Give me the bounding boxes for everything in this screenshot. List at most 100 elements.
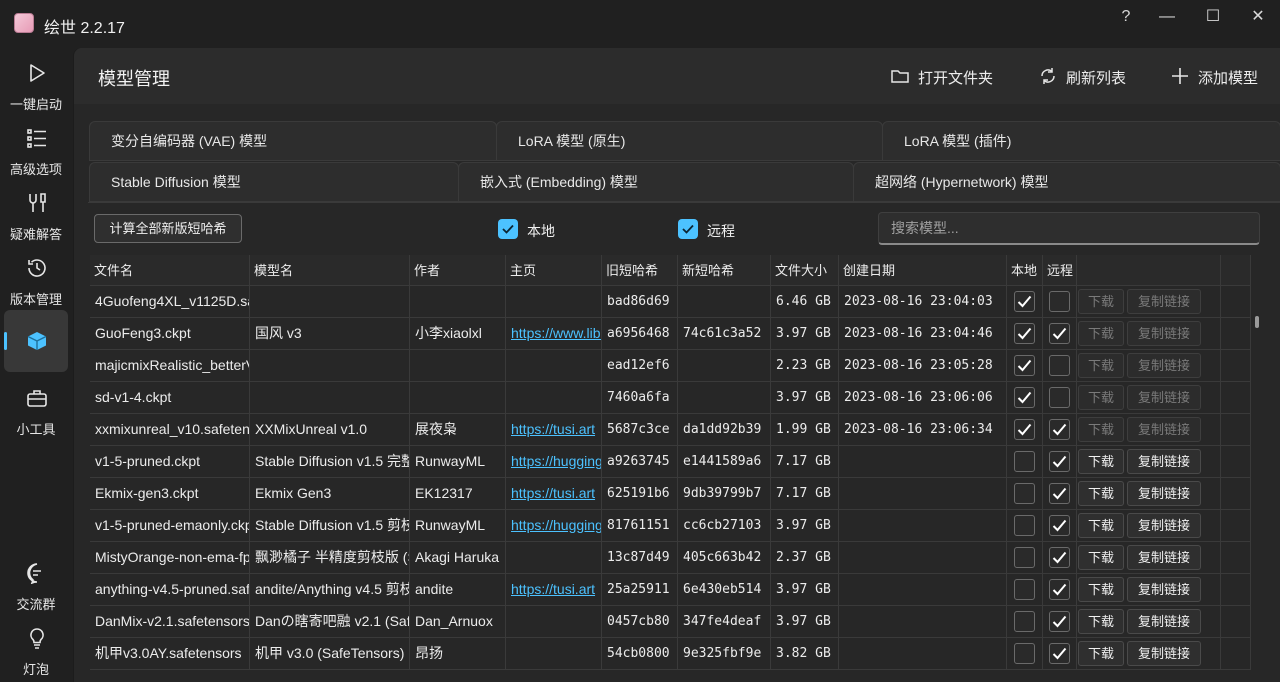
local-status-checkbox[interactable] bbox=[1014, 291, 1035, 312]
local-status-checkbox[interactable] bbox=[1014, 419, 1035, 440]
column-header[interactable]: 新短哈希 bbox=[678, 255, 771, 285]
remote-status-checkbox[interactable] bbox=[1049, 579, 1070, 600]
search-input[interactable] bbox=[878, 212, 1260, 245]
copy-link-button[interactable]: 复制链接 bbox=[1127, 353, 1201, 378]
download-button[interactable]: 下载 bbox=[1078, 417, 1124, 442]
local-status-checkbox[interactable] bbox=[1014, 579, 1035, 600]
open-folder-button[interactable]: 打开文件夹 bbox=[890, 66, 1010, 88]
column-header[interactable]: 旧短哈希 bbox=[602, 255, 678, 285]
homepage-link[interactable]: https://tusi.art bbox=[511, 581, 595, 597]
remote-status-checkbox[interactable] bbox=[1049, 323, 1070, 344]
refresh-list-button[interactable]: 刷新列表 bbox=[1038, 66, 1138, 88]
table-row[interactable]: MistyOrange-non-ema-fp16.safetensors飘渺橘子… bbox=[90, 542, 1251, 574]
table-scrollbar[interactable] bbox=[1255, 316, 1259, 328]
download-button[interactable]: 下载 bbox=[1078, 449, 1124, 474]
sidebar-item-version[interactable]: 版本管理 bbox=[4, 245, 68, 307]
sidebar-item-troubleshoot[interactable]: 疑难解答 bbox=[4, 180, 68, 242]
column-header[interactable]: 创建日期 bbox=[839, 255, 1007, 285]
local-status-checkbox[interactable] bbox=[1014, 387, 1035, 408]
remote-status-checkbox[interactable] bbox=[1049, 355, 1070, 376]
homepage-link[interactable]: https://tusi.art bbox=[511, 485, 595, 501]
remote-status-checkbox[interactable] bbox=[1049, 291, 1070, 312]
tab-vae[interactable]: 变分自编码器 (VAE) 模型 bbox=[89, 121, 497, 161]
copy-link-button[interactable]: 复制链接 bbox=[1127, 545, 1201, 570]
table-row[interactable]: 机甲v3.0AY.safetensors 机甲 v3.0 (SafeTensors… bbox=[90, 638, 1251, 670]
download-button[interactable]: 下载 bbox=[1078, 609, 1124, 634]
remote-status-checkbox[interactable] bbox=[1049, 387, 1070, 408]
table-row[interactable]: GuoFeng3.ckpt 国风 v3 小李xiaolxl https://www.l… bbox=[90, 318, 1251, 350]
homepage-link[interactable]: https://huggingface.co bbox=[511, 517, 601, 533]
download-button[interactable]: 下载 bbox=[1078, 289, 1124, 314]
copy-link-button[interactable]: 复制链接 bbox=[1127, 481, 1201, 506]
tab-embedding[interactable]: 嵌入式 (Embedding) 模型 bbox=[458, 162, 854, 202]
table-row[interactable]: anything-v4.5-pruned.safetensorsandite/A… bbox=[90, 574, 1251, 606]
calc-all-hash-button[interactable]: 计算全部新版短哈希 bbox=[94, 214, 242, 243]
remote-status-checkbox[interactable] bbox=[1049, 451, 1070, 472]
tab-lora-plugin[interactable]: LoRA 模型 (插件) bbox=[882, 121, 1280, 161]
table-row[interactable]: v1-5-pruned.ckptStable Diffusion v1.5 完整… bbox=[90, 446, 1251, 478]
remote-status-checkbox[interactable] bbox=[1049, 643, 1070, 664]
column-header[interactable]: 文件名 bbox=[90, 255, 250, 285]
copy-link-button[interactable]: 复制链接 bbox=[1127, 321, 1201, 346]
local-status-checkbox[interactable] bbox=[1014, 643, 1035, 664]
table-row[interactable]: DanMix-v2.1.safetensors Danの瞎寄吧融 v2.1 (Sa… bbox=[90, 606, 1251, 638]
local-status-checkbox[interactable] bbox=[1014, 611, 1035, 632]
sidebar-item-tools[interactable]: 小工具 bbox=[4, 375, 68, 437]
download-button[interactable]: 下载 bbox=[1078, 513, 1124, 538]
homepage-link[interactable]: https://tusi.art bbox=[511, 421, 595, 437]
table-row[interactable]: v1-5-pruned-emaonly.ckpt Stable Diffusion… bbox=[90, 510, 1251, 542]
download-button[interactable]: 下载 bbox=[1078, 577, 1124, 602]
sidebar-item-advanced[interactable]: 高级选项 bbox=[4, 115, 68, 177]
download-button[interactable]: 下载 bbox=[1078, 321, 1124, 346]
homepage-link[interactable]: https://www.liblib.ai bbox=[511, 325, 601, 341]
remote-status-checkbox[interactable] bbox=[1049, 515, 1070, 536]
sidebar-item-models[interactable] bbox=[4, 310, 68, 372]
column-header[interactable]: 本地 bbox=[1007, 255, 1043, 285]
copy-link-button[interactable]: 复制链接 bbox=[1127, 609, 1201, 634]
local-status-checkbox[interactable] bbox=[1014, 483, 1035, 504]
download-button[interactable]: 下载 bbox=[1078, 641, 1124, 666]
copy-link-button[interactable]: 复制链接 bbox=[1127, 385, 1201, 410]
table-row[interactable]: 4Guofeng4XL_v1125D.safetensors bad86d69 6.… bbox=[90, 286, 1251, 318]
copy-link-button[interactable]: 复制链接 bbox=[1127, 289, 1201, 314]
tab-stable-diffusion[interactable]: Stable Diffusion 模型 bbox=[89, 162, 459, 202]
column-header[interactable]: 模型名 bbox=[250, 255, 410, 285]
table-row[interactable]: Ekmix-gen3.ckpt Ekmix Gen3 EK12317 https://… bbox=[90, 478, 1251, 510]
download-button[interactable]: 下载 bbox=[1078, 385, 1124, 410]
copy-link-button[interactable]: 复制链接 bbox=[1127, 417, 1201, 442]
remote-status-checkbox[interactable] bbox=[1049, 483, 1070, 504]
tab-hypernetwork[interactable]: 超网络 (Hypernetwork) 模型 bbox=[853, 162, 1280, 202]
download-button[interactable]: 下载 bbox=[1078, 353, 1124, 378]
remote-checkbox[interactable] bbox=[678, 219, 698, 239]
download-button[interactable]: 下载 bbox=[1078, 545, 1124, 570]
local-status-checkbox[interactable] bbox=[1014, 323, 1035, 344]
tab-lora-native[interactable]: LoRA 模型 (原生) bbox=[496, 121, 883, 161]
local-status-checkbox[interactable] bbox=[1014, 451, 1035, 472]
table-row[interactable]: majicmixRealistic_betterV2V25.safetensor… bbox=[90, 350, 1251, 382]
sidebar-item-launch[interactable]: 一键启动 bbox=[4, 50, 68, 112]
table-row[interactable]: xxmixunreal_v10.safetensorsXXMixUnreal v… bbox=[90, 414, 1251, 446]
local-checkbox[interactable] bbox=[498, 219, 518, 239]
sidebar-item-community[interactable]: 交流群 bbox=[4, 550, 68, 612]
column-header[interactable]: 作者 bbox=[410, 255, 506, 285]
local-status-checkbox[interactable] bbox=[1014, 355, 1035, 376]
copy-link-button[interactable]: 复制链接 bbox=[1127, 577, 1201, 602]
help-button[interactable]: ? bbox=[1111, 6, 1141, 28]
copy-link-button[interactable]: 复制链接 bbox=[1127, 513, 1201, 538]
local-status-checkbox[interactable] bbox=[1014, 547, 1035, 568]
column-header[interactable]: 文件大小 bbox=[771, 255, 839, 285]
remote-status-checkbox[interactable] bbox=[1049, 611, 1070, 632]
column-header[interactable]: 主页 bbox=[506, 255, 602, 285]
copy-link-button[interactable]: 复制链接 bbox=[1127, 641, 1201, 666]
column-header[interactable]: 远程 bbox=[1043, 255, 1077, 285]
copy-link-button[interactable]: 复制链接 bbox=[1127, 449, 1201, 474]
close-button[interactable]: ✕ bbox=[1243, 6, 1273, 28]
sidebar-item-lightbulb[interactable]: 灯泡 bbox=[4, 615, 68, 677]
homepage-link[interactable]: https://huggingface.co bbox=[511, 453, 601, 469]
add-model-button[interactable]: 添加模型 bbox=[1170, 66, 1270, 88]
local-status-checkbox[interactable] bbox=[1014, 515, 1035, 536]
maximize-button[interactable]: ☐ bbox=[1198, 6, 1228, 28]
remote-status-checkbox[interactable] bbox=[1049, 547, 1070, 568]
remote-status-checkbox[interactable] bbox=[1049, 419, 1070, 440]
table-row[interactable]: sd-v1-4.ckpt 7460a6fa 3.97 GB 2023-08-16 23… bbox=[90, 382, 1251, 414]
